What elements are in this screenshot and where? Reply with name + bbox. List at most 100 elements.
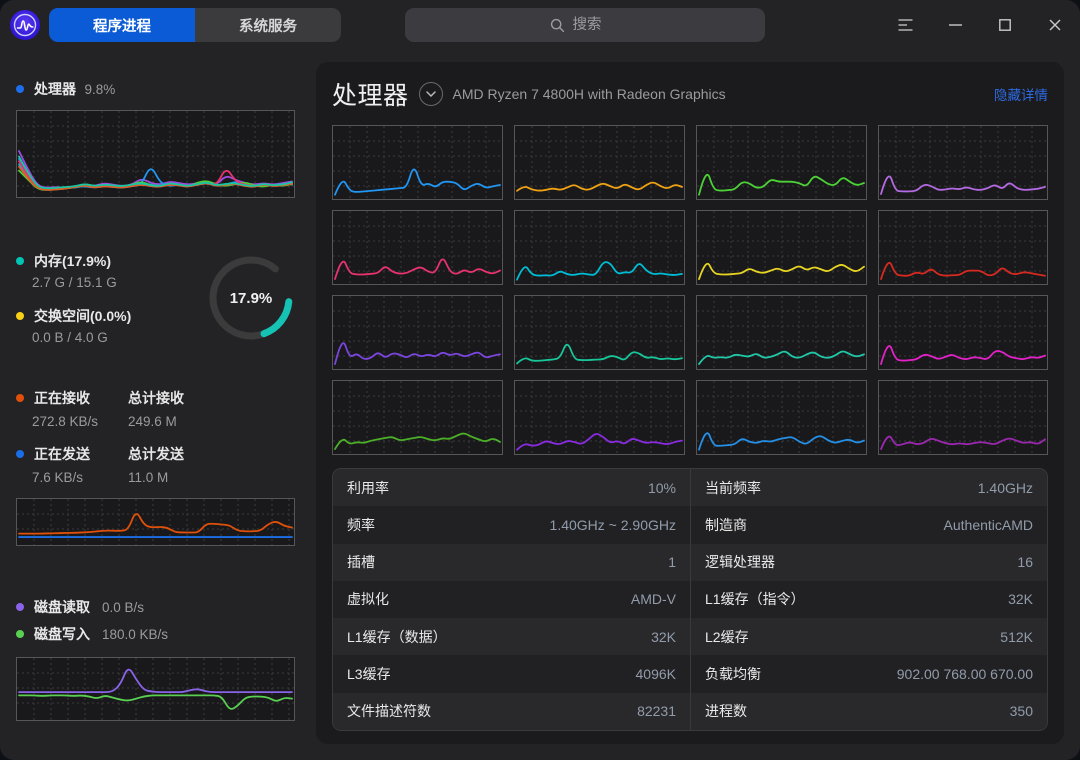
detail-value: 1 [668,554,676,571]
net-recv-label: 正在接收 [34,390,90,406]
search-icon [550,18,564,32]
detail-value: 16 [1017,554,1033,571]
net-send-label: 正在发送 [34,446,90,462]
sidebar: 处理器 9.8% 内存(17.9%) 2.7 G / 15.1 G 交换空间(0… [0,50,316,760]
detail-value: 10% [647,479,676,496]
hide-details-link[interactable]: 隐藏详情 [994,84,1048,104]
sidebar-item-disk[interactable]: 磁盘读取 0.0 B/s 磁盘写入 180.0 KB/s [16,597,316,721]
core-charts-grid [332,125,1048,455]
menu-button[interactable] [880,0,930,50]
detail-label: 逻辑处理器 [705,554,775,571]
table-row: 文件描述符数 82231 [333,692,690,730]
table-row: 利用率 10% [333,469,690,507]
detail-value: AuthenticAMD [943,516,1033,533]
net-recv-bullet-icon [16,394,24,402]
detail-label: L2缓存 [705,628,749,645]
window-controls [880,0,1080,50]
menu-icon [898,19,912,31]
detail-value: 32K [1008,591,1033,608]
cpu-history-chart [16,110,295,198]
maximize-button[interactable] [980,0,1030,50]
detail-label: 虚拟化 [347,591,389,608]
disk-read-value: 0.0 B/s [102,599,145,615]
app-logo-icon [10,10,40,40]
table-row: L1缓存（指令） 32K [691,580,1047,619]
net-send-total-label: 总计发送 [128,446,184,462]
swap-bullet-icon [16,312,24,320]
titlebar: 程序进程 系统服务 [0,0,1080,50]
detail-label: L3缓存 [347,665,391,682]
cpu-core-chart-12 [878,295,1048,370]
table-row: 逻辑处理器 16 [691,543,1047,581]
detail-label: 负载均衡 [705,665,761,682]
detail-value: 82231 [637,703,676,720]
cpu-details-table: 利用率 10% 频率 1.40GHz ~ 2.90GHz 插槽 1 虚拟化 AMD-V L1缓存… [332,468,1048,731]
detail-value: 350 [1009,703,1033,720]
cpu-core-chart-4 [878,125,1048,200]
minimize-button[interactable] [930,0,980,50]
disk-write-value: 180.0 KB/s [102,626,169,642]
detail-label: 当前频率 [705,479,761,496]
network-history-chart [16,498,295,546]
table-row: 进程数 350 [691,692,1047,730]
cpu-label: 处理器 [34,81,76,97]
net-recv-total-label: 总计接收 [128,390,184,406]
cpu-core-chart-2 [514,125,685,200]
disk-write-bullet-icon [16,630,24,638]
disk-read-label: 磁盘读取 [34,599,90,615]
search-box[interactable] [405,8,765,42]
disk-read-bullet-icon [16,603,24,611]
table-row: L1缓存（数据） 32K [333,618,690,656]
tab-services[interactable]: 系统服务 [195,8,341,42]
sidebar-item-cpu[interactable]: 处理器 9.8% [16,79,316,198]
chevron-down-icon [425,91,436,97]
table-row: 频率 1.40GHz ~ 2.90GHz [333,506,690,544]
memory-ring-gauge: 17.9% [206,253,296,343]
search-input[interactable] [570,16,621,34]
cpu-percent: 9.8% [84,81,116,97]
detail-value: 512K [1000,628,1033,645]
net-send-bullet-icon [16,450,24,458]
table-row: L3缓存 4096K [333,655,690,693]
detail-label: L1缓存（数据） [347,628,447,645]
detail-value: 32K [651,628,676,645]
detail-label: L1缓存（指令） [705,591,805,608]
memory-ring-percent: 17.9% [229,289,273,307]
memory-label: 内存(17.9%) [34,253,112,269]
detail-value: 1.40GHz ~ 2.90GHz [549,516,676,533]
table-row: 当前频率 1.40GHz [691,469,1047,507]
table-row: 负载均衡 902.00 768.00 670.00 [691,655,1047,693]
disk-history-chart [16,657,295,721]
cpu-core-chart-5 [332,210,503,285]
swap-usage: 0.0 B / 4.0 G [32,330,108,345]
collapse-button[interactable] [418,82,443,106]
detail-label: 频率 [347,516,375,533]
cpu-core-chart-9 [332,295,503,370]
cpu-core-chart-10 [514,295,685,370]
swap-label: 交换空间(0.0%) [34,308,132,324]
table-row: 插槽 1 [333,543,690,581]
sidebar-item-network[interactable]: 正在接收 总计接收 272.8 KB/s 249.6 M 正在发送 总计发送 7… [16,388,316,546]
minimize-icon [948,24,962,26]
table-row: 虚拟化 AMD-V [333,580,690,619]
cpu-core-chart-13 [332,380,503,455]
detail-label: 插槽 [347,554,375,571]
app-window: 程序进程 系统服务 搜索 处理器 9.8% 内存(17.9%) 2.7 G / … [0,0,1080,760]
detail-value: 1.40GHz [977,479,1033,496]
cpu-core-chart-6 [514,210,685,285]
cpu-core-chart-7 [696,210,867,285]
cpu-model: AMD Ryzen 7 4800H with Radeon Graphics [452,86,726,102]
cpu-bullet-icon [16,85,24,93]
tab-processes[interactable]: 程序进程 [49,8,195,42]
detail-label: 文件描述符数 [347,703,431,720]
cpu-core-chart-11 [696,295,867,370]
memory-usage: 2.7 G / 15.1 G [32,275,117,290]
cpu-detail-panel: 处理器 AMD Ryzen 7 4800H with Radeon Graphi… [316,62,1064,744]
table-row: L2缓存 512K [691,618,1047,656]
close-button[interactable] [1030,0,1080,50]
cpu-core-chart-16 [878,380,1048,455]
close-icon [1049,19,1061,31]
cpu-core-chart-15 [696,380,867,455]
sidebar-item-memory[interactable]: 内存(17.9%) 2.7 G / 15.1 G 交换空间(0.0%) 0.0 … [16,251,316,345]
detail-value: 4096K [635,665,676,682]
